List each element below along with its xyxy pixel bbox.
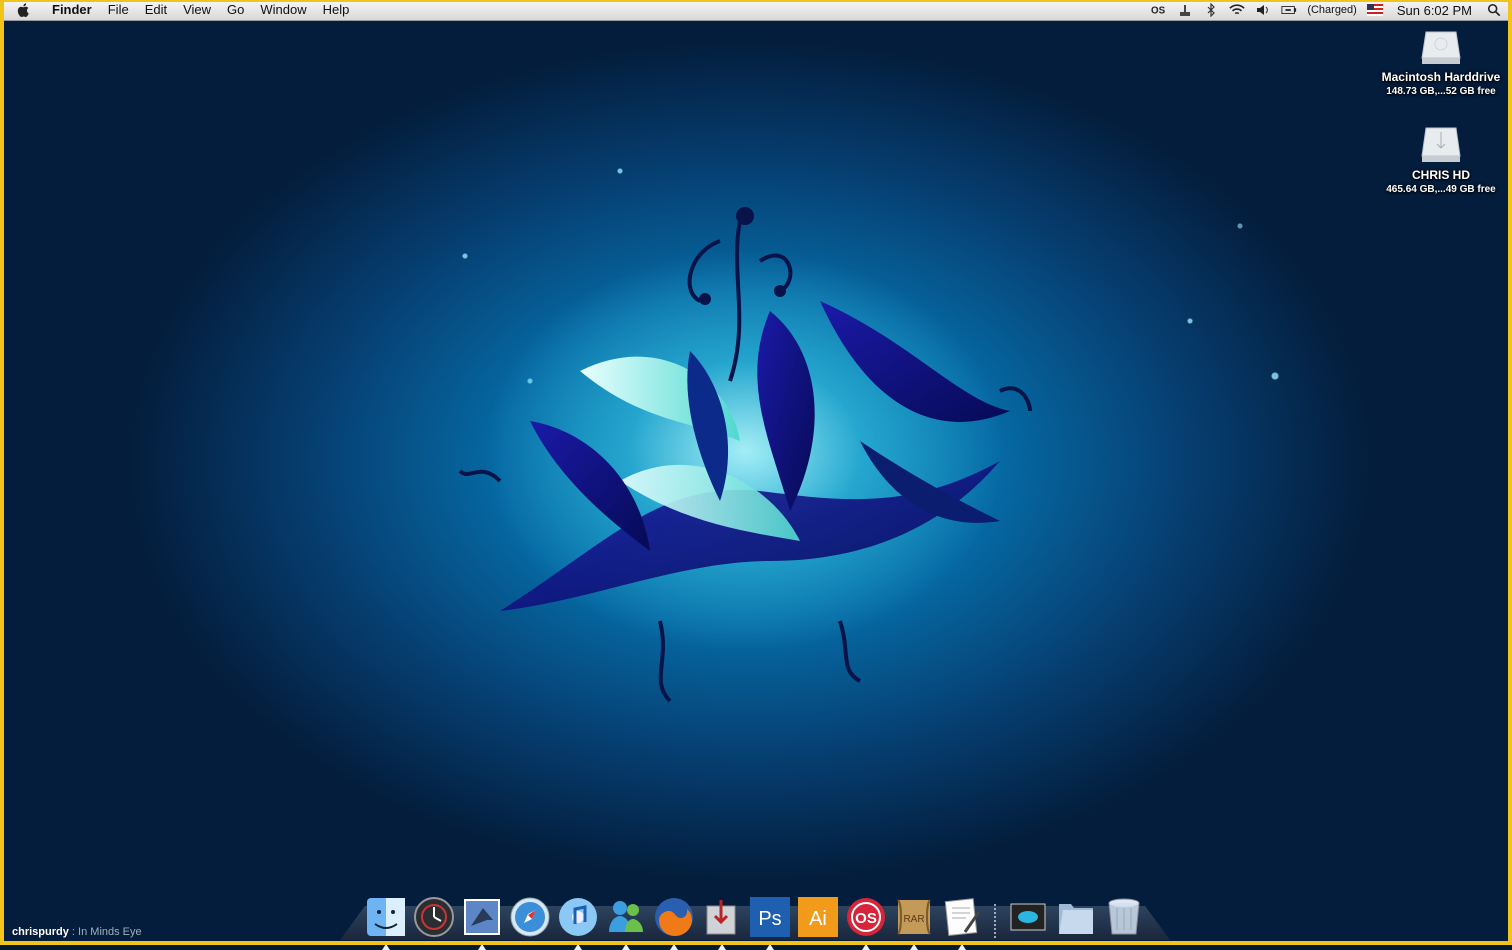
credit-author: chrispurdy xyxy=(12,926,69,938)
dock: Ps Ai OS RAR xyxy=(362,884,1148,950)
illustrator-label: Ai xyxy=(809,908,827,930)
battery-status[interactable]: (Charged) xyxy=(1307,4,1357,16)
time-machine-icon xyxy=(414,897,454,937)
desktop-icon-info: 148.73 GB,...52 GB free xyxy=(1386,86,1496,97)
desktop[interactable] xyxy=(0,21,1512,945)
hard-drive-icon xyxy=(1421,31,1461,64)
menu-window[interactable]: Window xyxy=(252,0,314,20)
dock-item-mail[interactable] xyxy=(460,896,504,950)
dock-item-safari[interactable] xyxy=(508,896,552,940)
dock-item-textedit[interactable] xyxy=(940,896,984,950)
dock-item-time-machine[interactable] xyxy=(412,896,456,940)
rar-icon: RAR xyxy=(897,899,931,935)
dock-item-lastfm[interactable]: OS xyxy=(844,896,888,950)
volume-icon[interactable] xyxy=(1255,3,1271,17)
desktop-icon-name: Macintosh Harddrive xyxy=(1381,70,1501,84)
usb-drive-icon xyxy=(1421,127,1461,162)
dock-item-firefox[interactable] xyxy=(652,896,696,950)
svg-text:OS: OS xyxy=(1151,6,1166,17)
messenger-icon xyxy=(609,901,643,932)
illustrator-icon: Ai xyxy=(798,897,838,937)
dock-item-illustrator[interactable]: Ai xyxy=(796,896,840,940)
dock-item-photoshop[interactable]: Ps xyxy=(748,896,792,950)
desktop-icon-info: 465.64 GB,...49 GB free xyxy=(1386,184,1496,195)
desktop-icon-chris-hd[interactable]: CHRIS HD 465.64 GB,...49 GB free xyxy=(1376,124,1506,195)
spotlight-icon[interactable] xyxy=(1486,3,1502,17)
menu-view[interactable]: View xyxy=(175,0,219,20)
lastfm-app-icon: OS xyxy=(847,898,885,936)
dock-separator xyxy=(994,904,996,940)
mail-icon xyxy=(464,899,500,935)
battery-icon[interactable] xyxy=(1281,3,1297,17)
rar-label: RAR xyxy=(903,914,924,925)
dock-item-stack[interactable] xyxy=(1006,896,1050,940)
itunes-icon xyxy=(559,898,597,936)
trash-icon xyxy=(1108,898,1140,935)
dock-item-trash[interactable] xyxy=(1102,896,1146,940)
installer-icon xyxy=(706,900,736,935)
wallpaper-credit: chrispurdy : In Minds Eye xyxy=(12,926,142,938)
menu-app-name[interactable]: Finder xyxy=(44,0,100,20)
wifi-icon[interactable] xyxy=(1229,3,1246,17)
photoshop-icon: Ps xyxy=(750,897,790,937)
flag-us-icon[interactable] xyxy=(1366,3,1383,17)
dock-item-itunes[interactable] xyxy=(556,896,600,950)
firefox-icon xyxy=(655,898,693,936)
tray-icon[interactable] xyxy=(1177,3,1193,17)
folder-icon xyxy=(1059,904,1093,934)
dock-item-messenger[interactable] xyxy=(604,896,648,950)
dock-item-documents[interactable] xyxy=(1054,896,1098,940)
desktop-icon-name: CHRIS HD xyxy=(1411,168,1470,182)
photoshop-label: Ps xyxy=(758,908,781,930)
menu-file[interactable]: File xyxy=(100,0,137,20)
menu-help[interactable]: Help xyxy=(315,0,358,20)
menu-bar: Finder File Edit View Go Window Help OS … xyxy=(0,0,1512,21)
svg-text:OS: OS xyxy=(855,910,877,927)
menu-go[interactable]: Go xyxy=(219,0,252,20)
desktop-icon-macintosh-hd[interactable]: Macintosh Harddrive 148.73 GB,...52 GB f… xyxy=(1376,26,1506,97)
bluetooth-icon[interactable] xyxy=(1203,3,1219,17)
status-area: OS (Charged) Sun 6:02 PM xyxy=(1141,0,1512,20)
lastfm-icon[interactable]: OS xyxy=(1151,3,1167,17)
menu-edit[interactable]: Edit xyxy=(137,0,175,20)
stack-photo-icon xyxy=(1010,903,1046,931)
finder-icon xyxy=(367,898,405,936)
credit-title: In Minds Eye xyxy=(78,926,142,938)
textedit-icon xyxy=(944,898,981,937)
apple-icon[interactable] xyxy=(16,2,32,18)
menubar-clock[interactable]: Sun 6:02 PM xyxy=(1397,3,1472,18)
dock-item-archive[interactable]: RAR xyxy=(892,896,936,950)
wallpaper-artwork xyxy=(458,207,1032,703)
dock-item-installer[interactable] xyxy=(700,896,744,950)
safari-icon xyxy=(510,897,550,937)
dock-item-finder[interactable] xyxy=(364,896,408,950)
